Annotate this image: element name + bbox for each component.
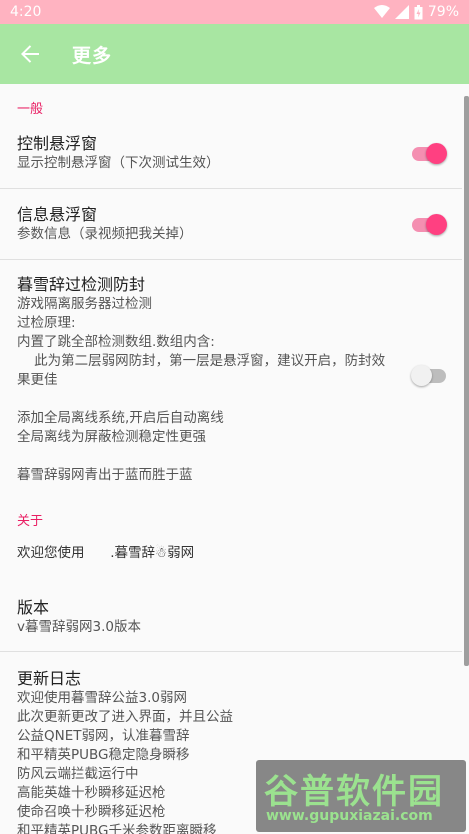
pref-summary-line: 果更佳: [17, 372, 58, 388]
status-time: 4:20: [10, 4, 42, 20]
changelog-line: 此次更新更改了进入界面，并且公益: [17, 709, 233, 725]
category-general: 一般: [17, 102, 44, 117]
pref-version[interactable]: 版本 v暮雪辞弱网3.0版本: [0, 597, 462, 637]
pref-info-window[interactable]: 信息悬浮窗 参数信息（录视频把我关掉）: [0, 204, 462, 260]
pref-control-window[interactable]: 控制悬浮窗 显示控制悬浮窗（下次测试生效）: [0, 133, 462, 189]
pref-title: 信息悬浮窗: [17, 205, 98, 224]
pref-title: 暮雪辞过检测防封: [17, 275, 146, 294]
pref-summary-line: 暮雪辞弱网青出于蓝而胜于蓝: [17, 467, 193, 483]
pref-summary: 参数信息（录视频把我关掉）: [17, 226, 193, 242]
wifi-icon: [373, 5, 390, 18]
battery-percent: 79%: [427, 4, 459, 20]
app-bar: 更多: [0, 24, 469, 84]
divider: [0, 651, 462, 652]
preferences-list[interactable]: 一般 控制悬浮窗 显示控制悬浮窗（下次测试生效） 信息悬浮窗 参数信息（录视频把…: [0, 84, 462, 834]
arrow-back-icon: [21, 45, 39, 63]
pref-summary-line: 游戏隔离服务器过检测: [17, 296, 152, 312]
divider: [0, 188, 462, 189]
battery-icon: [414, 4, 423, 19]
pref-welcome[interactable]: 欢迎您使用 .暮雪辞☃弱网: [0, 544, 194, 563]
pref-summary-line: 此为第二层弱网防封，第一层是悬浮窗，建议开启，防封效: [17, 353, 386, 369]
watermark-logo-text: 谷普软件园: [264, 772, 444, 812]
anti-ban-switch[interactable]: [411, 364, 448, 388]
welcome-text: 欢迎您使用 .暮雪辞☃弱网: [17, 545, 195, 561]
pref-title: 版本: [17, 598, 50, 617]
scrollbar[interactable]: [464, 96, 469, 666]
page-title: 更多: [72, 44, 113, 67]
pref-summary: 显示控制悬浮窗（下次测试生效）: [17, 155, 220, 171]
switch-thumb: [426, 143, 447, 164]
pref-summary-line: [17, 390, 462, 409]
pref-anti-ban[interactable]: 暮雪辞过检测防封 游戏隔离服务器过检测 过检原理: 内置了跳全部检测数组.数组内…: [0, 274, 462, 483]
changelog-line: 欢迎使用暮雪辞公益3.0弱网: [17, 690, 187, 706]
pref-summary-line: 过检原理:: [17, 315, 76, 331]
pref-title: 更新日志: [17, 669, 82, 688]
status-icons: 79%: [373, 4, 459, 20]
back-button[interactable]: [2, 24, 58, 84]
watermark-url: www.gupuxiazai.com: [266, 808, 433, 824]
control-window-switch[interactable]: [412, 142, 448, 166]
info-window-switch[interactable]: [412, 213, 448, 237]
pref-title: 控制悬浮窗: [17, 134, 98, 153]
pref-summary-line: 添加全局离线系统,开启后自动离线: [17, 410, 224, 426]
status-bar: 4:20 79%: [0, 0, 469, 24]
divider: [0, 259, 462, 260]
pref-summary-line: 全局离线为屏蔽检测稳定性更强: [17, 429, 206, 445]
pref-summary: v暮雪辞弱网3.0版本: [17, 619, 141, 635]
switch-thumb: [411, 365, 432, 386]
changelog-line: 公益QNET弱网，认准暮雪辞: [17, 728, 190, 744]
signal-icon: [394, 5, 409, 19]
switch-thumb: [426, 214, 447, 235]
category-about: 关于: [17, 514, 44, 529]
pref-summary-line: [17, 447, 462, 466]
pref-summary-line: 内置了跳全部检测数组.数组内含:: [17, 334, 215, 350]
watermark-logo: 谷普软件园 www.gupuxiazai.com: [256, 760, 466, 832]
